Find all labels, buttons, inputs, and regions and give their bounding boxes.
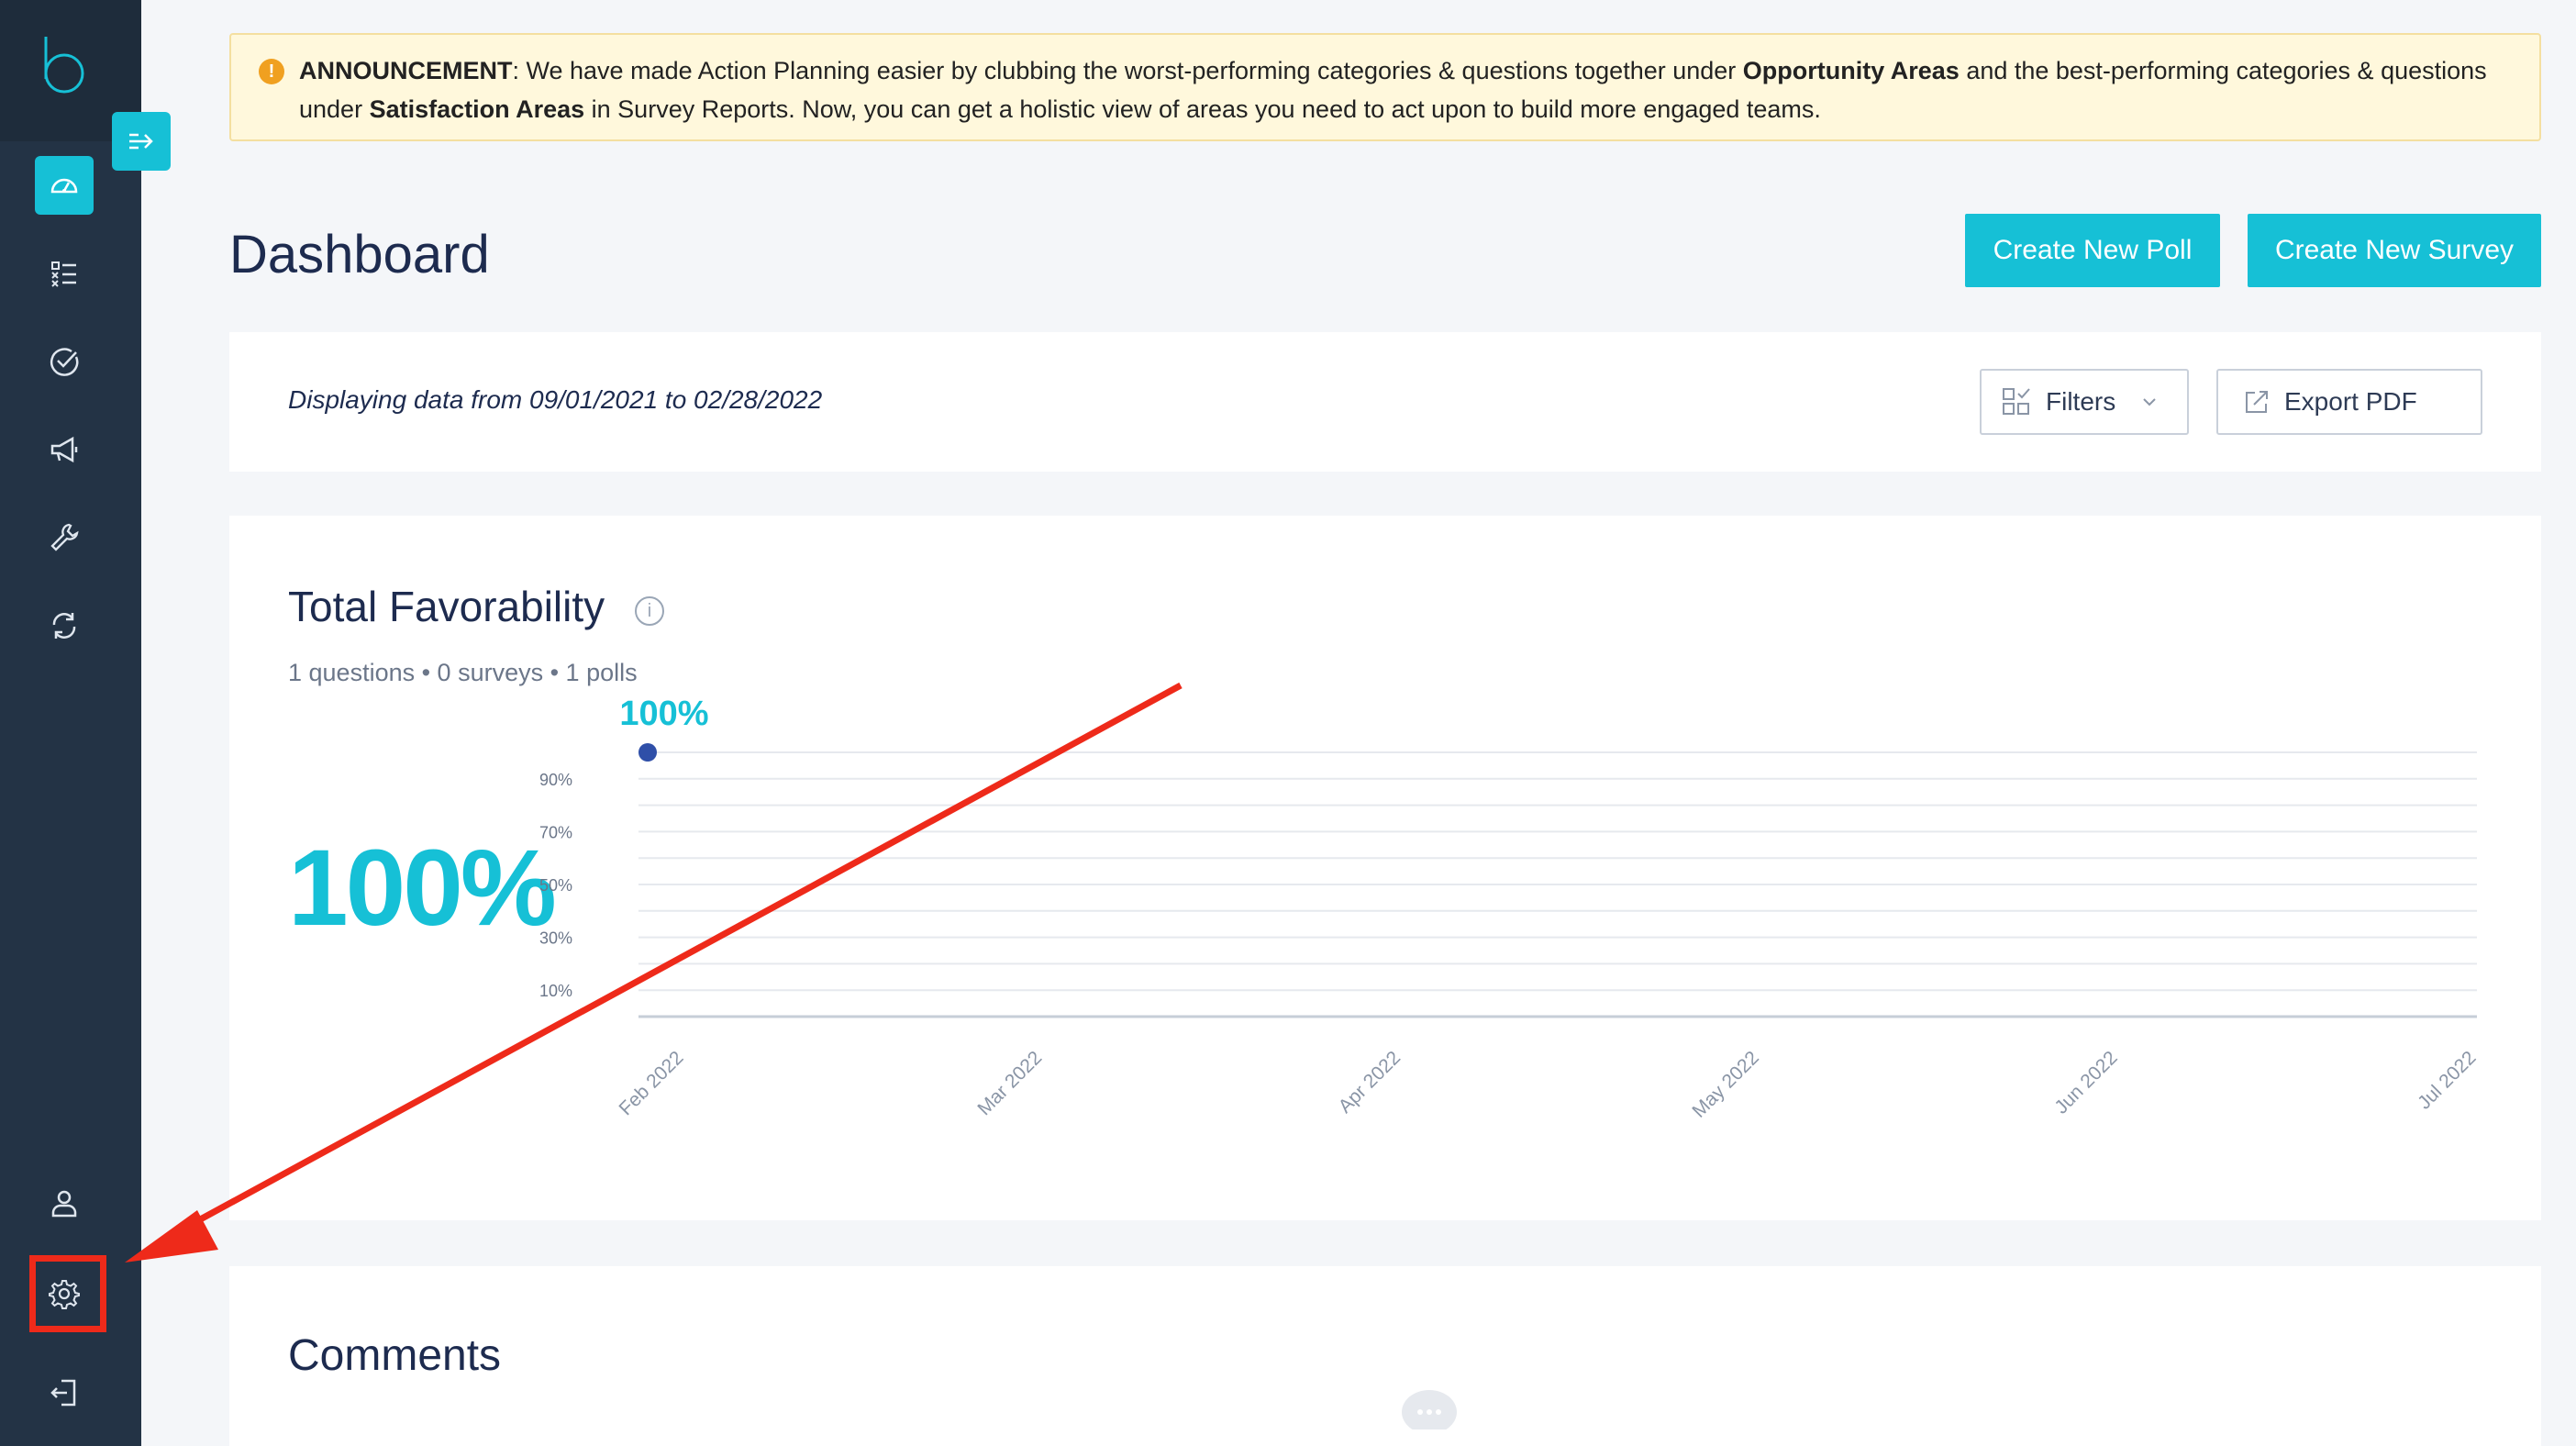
comments-title: Comments [288,1331,502,1380]
comment-bubble-icon [1402,1390,1457,1429]
filters-button[interactable]: Filters [1980,369,2189,435]
x-tick-label: May 2022 [1688,1047,1762,1121]
sidebar-item-logout[interactable] [35,1363,94,1422]
refresh-icon [52,613,76,639]
favorability-title: Total Favorability [288,583,605,630]
export-pdf-button[interactable]: Export PDF [2216,369,2482,435]
create-poll-button[interactable]: Create New Poll [1965,214,2220,287]
x-tick-label: Jul 2022 [2414,1047,2480,1113]
sidebar-item-sync[interactable] [35,596,94,655]
megaphone-icon [50,436,78,463]
logout-icon [50,1379,76,1407]
warning-icon: ! [259,59,284,84]
create-survey-button[interactable]: Create New Survey [2248,214,2541,287]
y-tick-label: 90% [539,771,572,789]
x-tick-label: Mar 2022 [973,1047,1046,1119]
export-label: Export PDF [2284,387,2417,416]
announcement-text-1: : We have made Action Planning easier by… [512,57,1743,84]
filters-label: Filters [2046,387,2116,416]
check-circle-icon [50,348,79,376]
y-tick-label: 50% [539,876,572,895]
y-tick-label: 30% [539,929,572,948]
filters-grid-icon [2003,388,2030,415]
sidebar-collapse-button[interactable] [112,112,171,171]
announcement-label: ANNOUNCEMENT [299,57,513,84]
sidebar [0,0,141,1446]
y-tick-label: 10% [539,982,572,1000]
sidebar-item-tasks[interactable] [35,332,94,391]
sidebar-item-announcements[interactable] [35,420,94,479]
y-tick-label: 70% [539,823,572,841]
announcement-banner: ! ANNOUNCEMENT: We have made Action Plan… [229,33,2541,141]
favorability-chart: 10% 30% 50% 70% 90% Feb 2022 Mar 2022 Apr 2022 M… [539,695,2481,1122]
sidebar-item-tools[interactable] [35,508,94,567]
logo-icon [44,37,84,94]
data-point [638,743,657,762]
announcement-bold-1: Opportunity Areas [1742,57,1960,84]
sidebar-item-profile[interactable] [35,1174,94,1233]
page-title: Dashboard [229,225,490,284]
checklist-icon [51,261,76,287]
settings-highlight-box [29,1255,106,1332]
wrench-icon [50,523,79,551]
sidebar-item-dashboard[interactable] [35,156,94,215]
data-label: 100% [619,695,708,733]
export-icon [2246,391,2268,413]
x-tick-label: Apr 2022 [1335,1047,1405,1118]
x-tick-label: Jun 2022 [2050,1047,2121,1118]
info-icon[interactable]: i [635,596,664,626]
chevron-down-icon [2143,398,2156,406]
user-icon [51,1190,77,1218]
sidebar-item-actions[interactable] [35,244,94,303]
announcement-text-3: in Survey Reports. Now, you can get a ho… [584,95,1821,123]
dashboard-icon [50,178,78,194]
date-range-text: Displaying data from 09/01/2021 to 02/28… [288,385,823,414]
collapse-arrow-icon [129,133,153,150]
announcement-bold-2: Satisfaction Areas [369,95,585,123]
x-tick-label: Feb 2022 [616,1047,688,1119]
